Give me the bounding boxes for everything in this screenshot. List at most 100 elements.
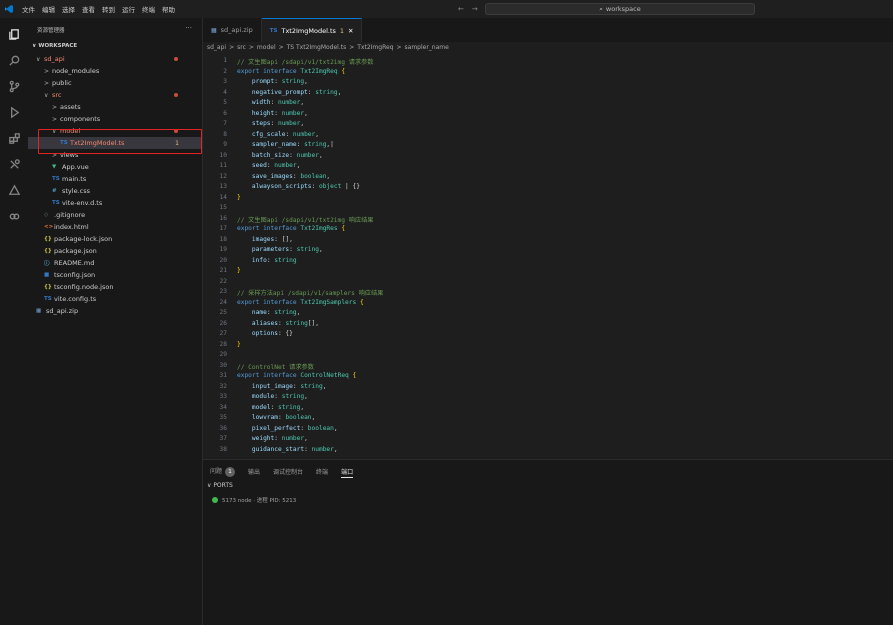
workspace-section-header[interactable]: ∨ WORKSPACE	[32, 43, 77, 49]
tree-item[interactable]: > assets	[28, 101, 202, 113]
code-line[interactable]: height: number,	[237, 110, 308, 117]
code-line[interactable]: prompt: string,	[237, 78, 308, 85]
code-line[interactable]: width: number,	[237, 99, 304, 106]
forward-arrow-icon[interactable]: →	[472, 5, 478, 13]
breadcrumb-item[interactable]: sd_api	[207, 44, 226, 51]
menu-item[interactable]: 编辑	[42, 4, 55, 14]
source-control-icon[interactable]	[6, 78, 22, 94]
tree-item[interactable]: > components	[28, 113, 202, 125]
tree-item[interactable]: > public	[28, 77, 202, 89]
line-number: 21	[219, 267, 227, 274]
breadcrumb-item[interactable]: TS Txt2ImgModel.ts	[287, 44, 347, 51]
testing-icon[interactable]	[6, 156, 22, 172]
code-line[interactable]: }	[237, 341, 241, 348]
tree-item-label: index.html	[54, 223, 89, 231]
code-line[interactable]: }	[237, 267, 241, 274]
menu-item[interactable]: 选择	[62, 4, 75, 14]
code-line[interactable]: cfg_scale: number,	[237, 131, 319, 138]
breadcrumb-item[interactable]: model	[257, 44, 276, 51]
back-arrow-icon[interactable]: ←	[458, 5, 464, 13]
code-line[interactable]: export interface Txt2ImgRes {	[237, 225, 345, 232]
code-token: sampler_name	[237, 141, 297, 148]
editor-tab[interactable]: ▦ sd_api.zip	[203, 18, 262, 42]
menu-item[interactable]: 文件	[22, 4, 35, 14]
code-editor[interactable]: 1 // 文生图api /sdapi/v1/txt2img 请求参数 2 export…	[203, 55, 893, 455]
code-line[interactable]: sampler_name: string,|	[237, 141, 334, 148]
menu-item[interactable]: 终端	[142, 4, 155, 14]
file-tree: ∨ sd_api > node_modules > public ∨ src > assets > c…	[28, 53, 202, 317]
extension-view-icon[interactable]	[6, 208, 22, 224]
breadcrumb-item[interactable]: Txt2ImgReq	[357, 44, 393, 51]
tree-item[interactable]: # style.css	[28, 185, 202, 197]
tree-item[interactable]: ∨ src	[28, 89, 202, 101]
explorer-icon[interactable]	[6, 26, 22, 42]
code-line[interactable]: model: string,	[237, 404, 304, 411]
remote-explorer-icon[interactable]	[6, 182, 22, 198]
code-line[interactable]: export interface ControlNetReq {	[237, 372, 356, 379]
code-line[interactable]: batch_size: number,	[237, 152, 323, 159]
extensions-icon[interactable]	[6, 130, 22, 146]
tree-item[interactable]: ∨ sd_api	[28, 53, 202, 65]
code-line[interactable]: save_images: boolean,	[237, 173, 330, 180]
tree-item[interactable]: {} package.json	[28, 245, 202, 257]
panel-tab-label: 终端	[316, 469, 329, 476]
panel-tab[interactable]: 端口	[341, 467, 354, 478]
code-line[interactable]: steps: number,	[237, 120, 304, 127]
close-icon[interactable]: ✕	[348, 27, 353, 35]
tree-item[interactable]: ■ tsconfig.json	[28, 269, 202, 281]
tree-item[interactable]: TS main.ts	[28, 173, 202, 185]
panel-tab[interactable]: 终端	[316, 467, 328, 476]
code-line[interactable]: info: string	[237, 257, 297, 264]
panel-tab[interactable]: 调试控制台	[273, 467, 303, 476]
tree-item[interactable]: > node_modules	[28, 65, 202, 77]
code-line[interactable]: parameters: string,	[237, 246, 323, 253]
breadcrumb-item[interactable]: sampler_name	[405, 44, 449, 51]
breadcrumb-item[interactable]: src	[237, 44, 246, 51]
code-line[interactable]: }	[237, 194, 241, 201]
port-row[interactable]: 5173 node · 进程 PID: 5213	[212, 496, 296, 504]
code-token: negative_prompt	[237, 88, 308, 96]
code-line[interactable]: export interface Txt2ImgSamplers {	[237, 299, 364, 306]
ports-section-header[interactable]: ∨ PORTS	[207, 482, 233, 489]
menu-item[interactable]: 运行	[122, 4, 135, 14]
tree-item[interactable]: ▼ App.vue	[28, 161, 202, 173]
code-line[interactable]: weight: number,	[237, 435, 308, 442]
code-line[interactable]: options: {}	[237, 330, 293, 337]
code-line[interactable]: // 文生图api /sdapi/v1/txt2img 请求参数	[237, 57, 373, 66]
tree-item[interactable]: TS vite-env.d.ts	[28, 197, 202, 209]
search-icon[interactable]	[6, 52, 22, 68]
menu-item[interactable]: 帮助	[162, 4, 175, 14]
run-debug-icon[interactable]	[6, 104, 22, 120]
editor-tab[interactable]: TS Txt2ImgModel.ts 1 ✕	[261, 18, 363, 42]
tree-item[interactable]: ▦ sd_api.zip	[28, 305, 202, 317]
code-line[interactable]: seed: number,	[237, 162, 300, 169]
code-line[interactable]: aliases: string[],	[237, 320, 319, 327]
code-line[interactable]: images: [],	[237, 236, 293, 243]
code-line[interactable]: alwayson_scripts: object | {}	[237, 183, 360, 190]
code-line[interactable]: // 采样方法api /sdapi/v1/samplers 响应结果	[237, 288, 383, 297]
tree-item[interactable]: {} tsconfig.node.json	[28, 281, 202, 293]
tree-item[interactable]: ⓘ README.md	[28, 257, 202, 269]
panel-tab[interactable]: 问题 1	[210, 466, 236, 477]
code-token: parameters	[237, 246, 290, 253]
code-line[interactable]: guidance_start: number,	[237, 446, 338, 453]
menu-item[interactable]: 转到	[102, 4, 115, 14]
menu-item[interactable]: 查看	[82, 4, 95, 14]
more-actions-icon[interactable]: ···	[185, 24, 192, 32]
code-line[interactable]: negative_prompt: string,	[237, 89, 341, 96]
code-line[interactable]: // ControlNet 请求参数	[237, 362, 314, 371]
code-line[interactable]: input_image: string,	[237, 383, 327, 390]
code-line[interactable]: // 文生图api /sdapi/v1/txt2img 响应结果	[237, 215, 373, 224]
code-line[interactable]: export interface Txt2ImgReq {	[237, 68, 345, 75]
command-center[interactable]: ⌕ workspace	[485, 3, 755, 15]
tree-item[interactable]: ◇ .gitignore	[28, 209, 202, 221]
panel-tab[interactable]: 输出	[248, 467, 260, 476]
tree-item[interactable]: TS vite.config.ts	[28, 293, 202, 305]
code-line[interactable]: module: string,	[237, 393, 308, 400]
tree-item[interactable]: {} package-lock.json	[28, 233, 202, 245]
code-line[interactable]: name: string,	[237, 309, 300, 316]
code-token: export interface	[237, 372, 301, 379]
tree-item[interactable]: <> index.html	[28, 221, 202, 233]
code-line[interactable]: pixel_perfect: boolean,	[237, 425, 338, 432]
code-line[interactable]: lowvram: boolean,	[237, 414, 315, 421]
